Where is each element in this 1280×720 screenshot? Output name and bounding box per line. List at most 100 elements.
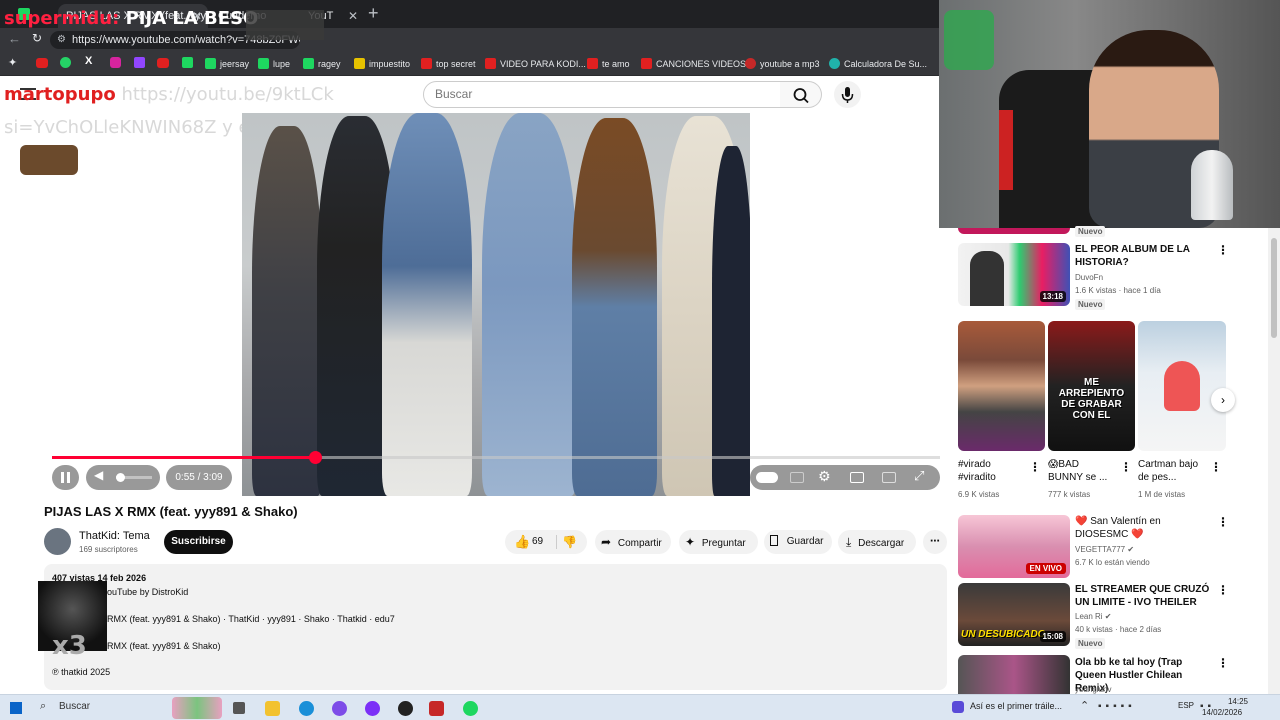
site-info-icon[interactable]: ⚙ — [57, 31, 66, 49]
more-options-icon[interactable]: ⋮ — [1217, 656, 1229, 670]
share-label: Compartir — [617, 538, 662, 549]
more-options-icon[interactable]: ⋮ — [1217, 243, 1229, 257]
clock-time[interactable]: 14:25 — [1212, 697, 1248, 706]
page-scrollbar[interactable] — [1268, 228, 1280, 694]
channel-name[interactable]: ThatKid: Tema — [79, 530, 150, 542]
description-box[interactable]: 407 vistas 14 feb 2026 ouTube by DistroK… — [44, 564, 947, 690]
more-options-icon[interactable]: ⋮ — [1217, 583, 1229, 597]
bookmark-label: lupe — [273, 59, 291, 69]
more-options-icon[interactable]: ⋮ — [1029, 460, 1041, 474]
more-options-icon[interactable]: ⋮ — [1217, 515, 1229, 529]
channel-name[interactable]: DuvoFn — [1075, 273, 1103, 282]
bookmark-youtube-mp3[interactable]: youtube a mp3 — [745, 56, 820, 72]
task-view-icon[interactable] — [233, 702, 245, 714]
app-icon[interactable] — [429, 701, 444, 716]
thumb-text: UN DESUBICADO — [961, 629, 1046, 640]
search-button[interactable] — [780, 81, 822, 108]
overlay-username-2: martopupo — [4, 84, 116, 105]
cast-icon[interactable] — [882, 472, 896, 483]
apps-icon[interactable]: ✦ — [8, 56, 17, 69]
x-bookmark-icon[interactable]: X — [85, 55, 92, 67]
scrollbar-thumb[interactable] — [1271, 238, 1277, 338]
channel-name[interactable]: VEGETTA777 ✔ — [1075, 545, 1134, 554]
voice-search-button[interactable] — [834, 81, 861, 108]
bookmark-jeersay[interactable]: jeersay — [205, 56, 249, 72]
share-icon: ➦ — [601, 535, 612, 549]
save-button[interactable]: Guardar — [764, 530, 832, 554]
ask-label: Preguntar — [701, 538, 746, 549]
clock-date[interactable]: 14/02/2026 — [1202, 708, 1242, 717]
video-title[interactable]: EL STREAMER QUE CRUZÓ UN LIMITE - IVO TH… — [1075, 583, 1215, 609]
short-thumbnail[interactable] — [1138, 321, 1226, 451]
video-thumbnail[interactable]: UN DESUBICADO 15:08 — [958, 583, 1070, 646]
canva-icon[interactable] — [365, 701, 380, 716]
subscribe-button[interactable]: Suscribirse — [164, 530, 233, 554]
short-thumbnail[interactable]: ME ARREPIENTO DE GRABAR CON EL — [1048, 321, 1135, 451]
short-thumbnail[interactable] — [958, 321, 1045, 451]
download-button[interactable]: ⤓ Descargar — [838, 530, 916, 554]
twitch-bookmark-icon[interactable] — [134, 57, 145, 68]
spotify-icon[interactable] — [463, 701, 478, 716]
taskbar-search-icon[interactable]: ⌕ — [40, 700, 46, 713]
video-title[interactable]: EL PEOR ALBUM DE LA HISTORIA? — [1075, 243, 1210, 269]
close-icon[interactable]: ✕ — [348, 6, 358, 26]
bookmark-video-kodi[interactable]: VIDEO PARA KODI... — [485, 56, 586, 72]
edge-icon[interactable] — [299, 701, 314, 716]
windows-start-icon[interactable] — [10, 702, 22, 714]
more-options-icon[interactable]: ⋮ — [1210, 460, 1222, 474]
settings-icon[interactable]: ⚙ — [818, 468, 831, 485]
more-actions-button[interactable]: ⋯ — [923, 530, 947, 554]
video-title[interactable]: ❤️ San Valentín en DIOSESMC ❤️ — [1075, 515, 1210, 541]
more-options-icon[interactable]: ⋮ — [1120, 460, 1132, 474]
ask-button[interactable]: ✦ Preguntar — [679, 530, 758, 554]
kick-bookmark-icon[interactable] — [182, 57, 193, 68]
messenger-icon[interactable] — [332, 701, 347, 716]
channel-name[interactable]: Lean Ri ✔ — [1075, 612, 1112, 621]
progress-bar[interactable] — [52, 451, 940, 464]
miniplayer-icon[interactable] — [850, 472, 864, 483]
taskbar-search[interactable]: Buscar — [59, 701, 90, 712]
video-thumbnail[interactable]: EN VIVO — [958, 515, 1070, 578]
new-tab-icon[interactable]: + — [368, 4, 379, 22]
short-title[interactable]: 😱BAD BUNNY se ... — [1048, 458, 1114, 484]
volume-control[interactable]: ◀ — [86, 465, 160, 490]
bookmark-top-secret[interactable]: top secret — [421, 56, 476, 72]
short-title[interactable]: #virado #viradito — [958, 458, 1020, 484]
back-icon[interactable]: ← — [8, 31, 21, 46]
instagram-bookmark-icon[interactable] — [110, 57, 121, 68]
language-indicator[interactable]: ESP — [1178, 701, 1194, 710]
reload-icon[interactable]: ↻ — [32, 31, 42, 45]
progress-scrubber[interactable] — [308, 451, 322, 464]
channel-avatar[interactable] — [44, 528, 71, 555]
channel-name[interactable]: younglunv — [1075, 685, 1111, 694]
bookmark-te-amo[interactable]: te amo — [587, 56, 630, 72]
subtitles-icon[interactable] — [790, 472, 804, 483]
video-thumbnail[interactable]: 13:18 — [958, 243, 1070, 306]
whatsapp-bookmark-icon[interactable] — [60, 57, 71, 68]
volume-knob[interactable] — [116, 473, 125, 482]
file-explorer-icon[interactable] — [265, 701, 280, 716]
autoplay-toggle[interactable] — [756, 472, 778, 483]
youtube-bookmark-icon-2[interactable] — [157, 58, 169, 68]
fullscreen-icon[interactable]: ⤢ — [914, 468, 924, 484]
bookmark-ragey[interactable]: ragey — [303, 56, 341, 72]
bookmark-calculadora[interactable]: Calculadora De Su... — [829, 56, 927, 72]
video-thumbnail[interactable] — [958, 655, 1070, 694]
tray-icons[interactable]: ▪▪▪▪▪ — [1098, 701, 1136, 712]
notification-text[interactable]: Así es el primer tráile... — [970, 701, 1062, 711]
youtube-bookmark-icon[interactable] — [36, 58, 48, 68]
obs-icon[interactable] — [398, 701, 413, 716]
like-button[interactable]: 👍 69 — [505, 530, 555, 554]
bookmark-impuestito[interactable]: impuestito — [354, 56, 410, 72]
chevron-up-icon[interactable]: ⌃ — [1080, 699, 1089, 712]
search-input[interactable]: Buscar — [423, 81, 781, 108]
bookmark-lupe[interactable]: lupe — [258, 56, 290, 72]
dislike-button[interactable]: 👎 — [562, 530, 577, 554]
bookmark-canciones[interactable]: CANCIONES VIDEOS — [641, 56, 746, 72]
shorts-next-button[interactable]: › — [1211, 388, 1235, 412]
video-player[interactable] — [242, 113, 750, 496]
notification-icon[interactable] — [952, 701, 964, 713]
play-pause-button[interactable] — [52, 465, 79, 490]
share-button[interactable]: ➦ Compartir — [595, 530, 671, 554]
short-title[interactable]: Cartman bajo de pes... — [1138, 458, 1204, 484]
